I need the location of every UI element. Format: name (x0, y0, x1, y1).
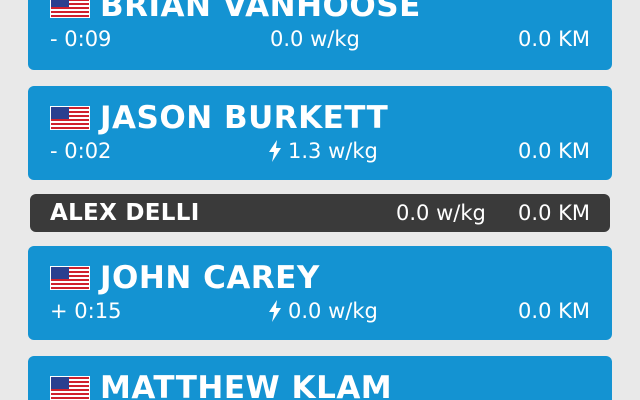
us-flag-icon (50, 266, 90, 290)
rider-name-row: MATTHEW KLAM (50, 370, 392, 400)
rider-time-gap: - 0:09 (50, 27, 112, 51)
rider-name: BRIAN VANHOOSE (100, 0, 421, 24)
rider-distance: 0.0 KM (518, 27, 590, 51)
rider-distance: 0.0 KM (518, 139, 590, 163)
rider-card[interactable]: MATTHEW KLAM (28, 356, 612, 400)
rider-card[interactable]: JOHN CAREY + 0:15 0.0 w/kg 0.0 KM (28, 246, 612, 340)
us-flag-icon (50, 0, 90, 18)
rider-stats: - 0:02 1.3 w/kg 0.0 KM (50, 138, 590, 164)
rider-card[interactable]: BRIAN VANHOOSE - 0:09 0.0 w/kg 0.0 KM (28, 0, 612, 70)
rider-name: MATTHEW KLAM (100, 370, 393, 400)
rider-power: 0.0 w/kg (268, 26, 360, 52)
current-rider-power: 0.0 w/kg (396, 201, 486, 225)
rider-stats: + 0:15 0.0 w/kg 0.0 KM (50, 298, 590, 324)
us-flag-icon (50, 376, 90, 400)
lightning-bolt-icon (268, 300, 282, 322)
rider-stats: - 0:09 0.0 w/kg 0.0 KM (50, 26, 590, 52)
rider-time-gap: - 0:02 (50, 139, 112, 163)
rider-card[interactable]: JASON BURKETT - 0:02 1.3 w/kg 0.0 KM (28, 86, 612, 180)
rider-power: 1.3 w/kg (268, 138, 378, 164)
current-rider-name: ALEX DELLI (50, 200, 200, 226)
rider-power: 0.0 w/kg (268, 298, 378, 324)
rider-name-row: BRIAN VANHOOSE (50, 0, 421, 24)
current-rider-distance: 0.0 KM (518, 201, 590, 225)
lightning-bolt-icon (268, 140, 282, 162)
rider-time-gap: + 0:15 (50, 299, 122, 323)
current-rider-row[interactable]: ALEX DELLI 0.0 w/kg 0.0 KM (30, 194, 610, 232)
rider-name: JASON BURKETT (100, 100, 389, 136)
rider-name-row: JOHN CAREY (50, 260, 320, 296)
rider-name-row: JASON BURKETT (50, 100, 388, 136)
rider-power-value: 0.0 w/kg (288, 299, 378, 323)
us-flag-icon (50, 106, 90, 130)
rider-power-value: 0.0 w/kg (270, 27, 360, 51)
rider-name: JOHN CAREY (100, 260, 320, 296)
rider-power-value: 1.3 w/kg (288, 139, 378, 163)
rider-distance: 0.0 KM (518, 299, 590, 323)
